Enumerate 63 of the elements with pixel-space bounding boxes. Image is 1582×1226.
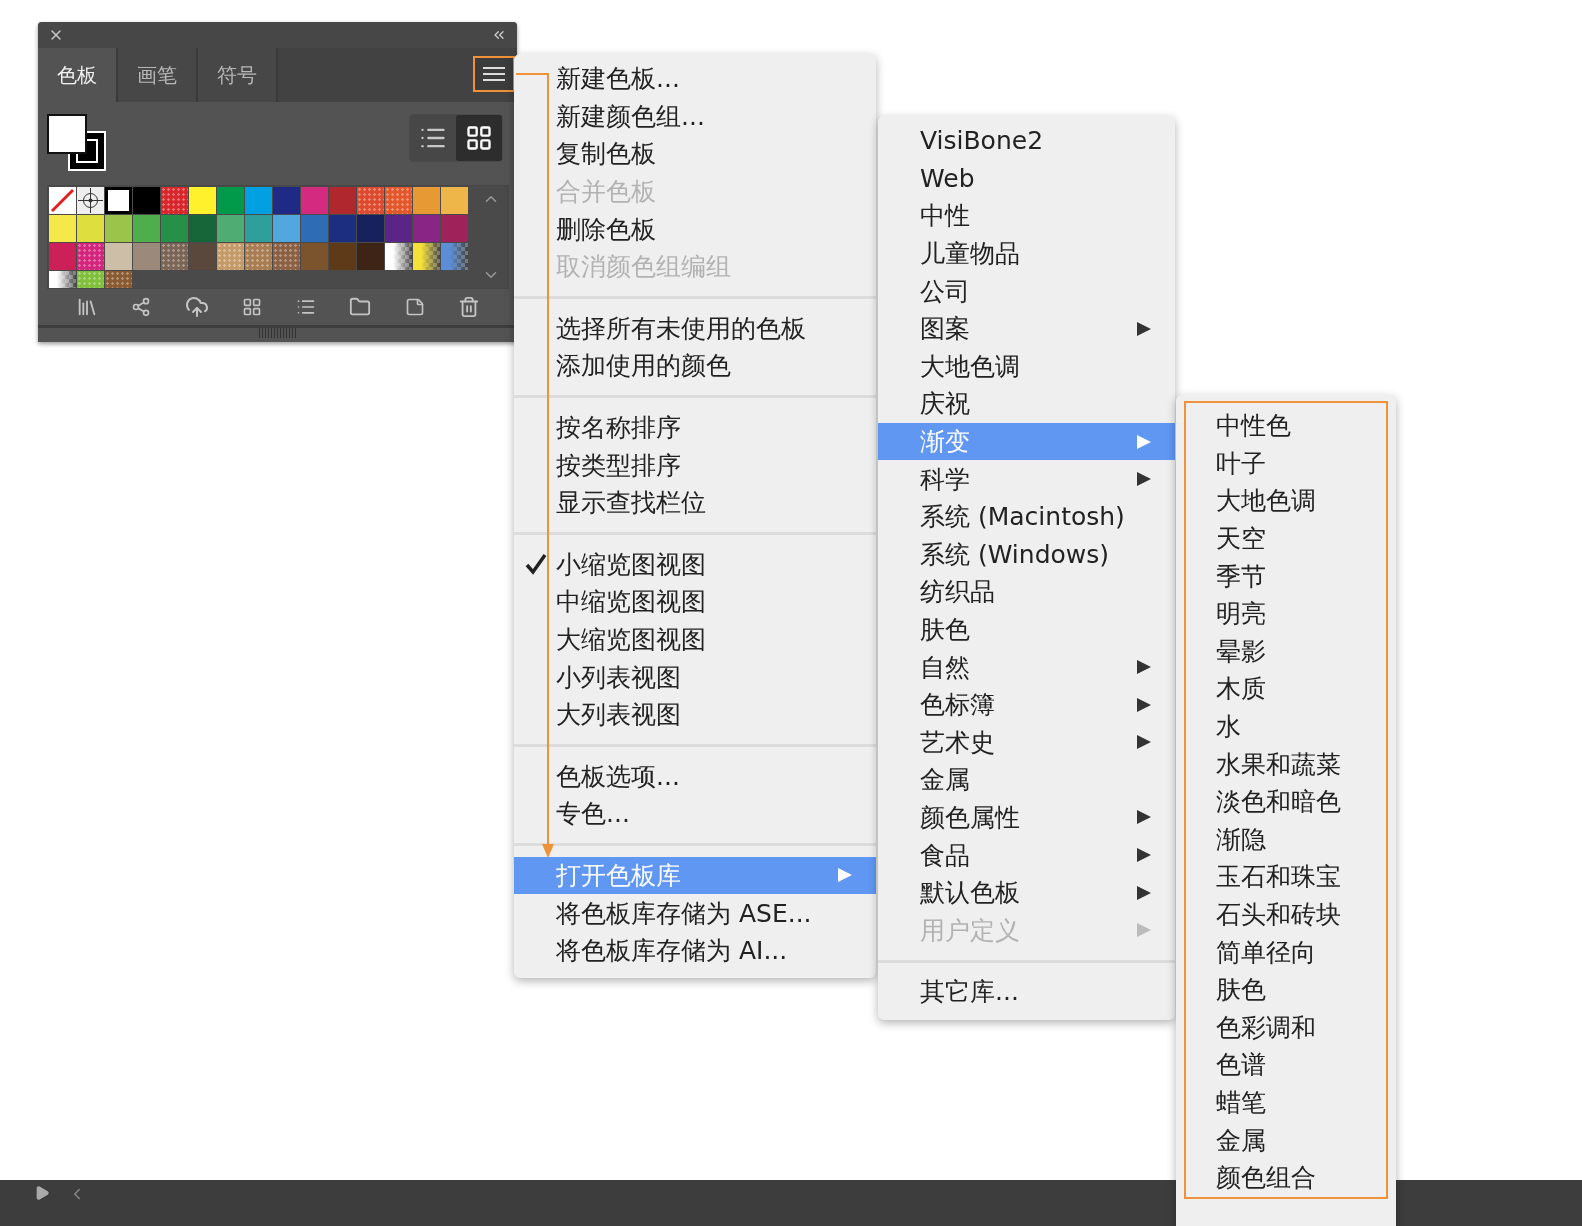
menu-item[interactable]: 复制色板 xyxy=(514,135,876,173)
menu-item[interactable]: 明亮 xyxy=(1186,594,1386,633)
menu-item[interactable]: 颜色属性 xyxy=(878,798,1175,837)
menu-item[interactable]: 新建色板... xyxy=(514,60,876,98)
menu-item[interactable]: 庆祝 xyxy=(878,385,1175,423)
menu-item[interactable]: 色板选项... xyxy=(514,757,876,796)
menu-item[interactable]: 木质 xyxy=(1186,670,1386,708)
menu-item[interactable]: 图案 xyxy=(878,309,1175,348)
menu-item[interactable]: 季节 xyxy=(1186,557,1386,595)
menu-item[interactable]: 将色板库存储为 ASE... xyxy=(514,894,876,932)
menu-item[interactable]: 按名称排序 xyxy=(514,408,876,447)
menu-item[interactable]: 金属 xyxy=(878,761,1175,799)
menu-item[interactable]: 纺织品 xyxy=(878,573,1175,611)
menu-item[interactable]: 蜡笔 xyxy=(1186,1083,1386,1122)
menu-item[interactable]: 将色板库存储为 AI... xyxy=(514,931,876,970)
menu-item[interactable]: 晕影 xyxy=(1186,632,1386,671)
menu-item[interactable]: 科学 xyxy=(878,460,1175,498)
panel-tab[interactable]: 色板 xyxy=(38,48,118,102)
menu-item[interactable]: 肤色 xyxy=(1186,970,1386,1009)
menu-item[interactable]: Web xyxy=(878,159,1175,198)
menu-item[interactable]: 石头和砖块 xyxy=(1186,895,1386,934)
menu-item[interactable]: 金属 xyxy=(1186,1121,1386,1159)
menu-item[interactable]: 系统 (Macintosh) xyxy=(878,497,1175,536)
menu-item[interactable]: 专色... xyxy=(514,795,876,833)
menu-item[interactable]: 简单径向 xyxy=(1186,933,1386,971)
menu-item[interactable]: 删除色板 xyxy=(514,210,876,248)
menu-item[interactable]: 新建颜色组... xyxy=(514,97,876,136)
panel-tab[interactable]: 符号 xyxy=(198,48,278,102)
menu-item[interactable]: 中性 xyxy=(878,197,1175,235)
menu-item[interactable]: 按类型排序 xyxy=(514,446,876,484)
menu-item[interactable]: 显示查找栏位 xyxy=(514,483,876,522)
menu-item[interactable]: 色彩调和 xyxy=(1186,1008,1386,1047)
menu-item[interactable]: 添加使用的颜色 xyxy=(514,347,876,385)
menu-item[interactable]: 默认色板 xyxy=(878,873,1175,912)
menu-item[interactable]: 大地色调 xyxy=(878,347,1175,386)
menu-item[interactable]: 小缩览图视图 xyxy=(514,545,876,584)
menu-item[interactable]: 大缩览图视图 xyxy=(514,620,876,659)
menu-item[interactable]: 小列表视图 xyxy=(514,658,876,696)
menu-item[interactable]: 玉石和珠宝 xyxy=(1186,858,1386,896)
menu-item[interactable]: 公司 xyxy=(878,272,1175,310)
menu-item[interactable]: 色标簿 xyxy=(878,685,1175,724)
menu-item[interactable]: 叶子 xyxy=(1186,444,1386,483)
panel-tab[interactable]: 画笔 xyxy=(118,48,198,102)
menu-item[interactable]: 大地色调 xyxy=(1186,482,1386,520)
menu-item[interactable]: 其它库... xyxy=(878,973,1175,1011)
menu-item[interactable]: 淡色和暗色 xyxy=(1186,782,1386,821)
menu-item[interactable]: VisiBone2 xyxy=(878,122,1175,160)
menu-item[interactable]: 儿童物品 xyxy=(878,234,1175,273)
menu-item[interactable]: 食品 xyxy=(878,836,1175,874)
menu-item[interactable]: 天空 xyxy=(1186,519,1386,558)
menu-item[interactable]: 中性色 xyxy=(1186,407,1386,445)
menu-item[interactable]: 自然 xyxy=(878,648,1175,686)
menu-item[interactable]: 色谱 xyxy=(1186,1046,1386,1084)
menu-item[interactable]: 大列表视图 xyxy=(514,695,876,734)
menu-item[interactable]: 颜色组合 xyxy=(1186,1158,1386,1197)
menu-item[interactable]: 水 xyxy=(1186,707,1386,746)
menu-item[interactable]: 系统 (Windows) xyxy=(878,535,1175,574)
menu-item[interactable]: 渐隐 xyxy=(1186,820,1386,859)
menu-item[interactable]: 选择所有未使用的色板 xyxy=(514,309,876,348)
menu-item[interactable]: 水果和蔬菜 xyxy=(1186,745,1386,783)
menu-item[interactable]: 中缩览图视图 xyxy=(514,583,876,621)
menu-item[interactable]: 肤色 xyxy=(878,610,1175,649)
menu-item[interactable]: 艺术史 xyxy=(878,723,1175,762)
